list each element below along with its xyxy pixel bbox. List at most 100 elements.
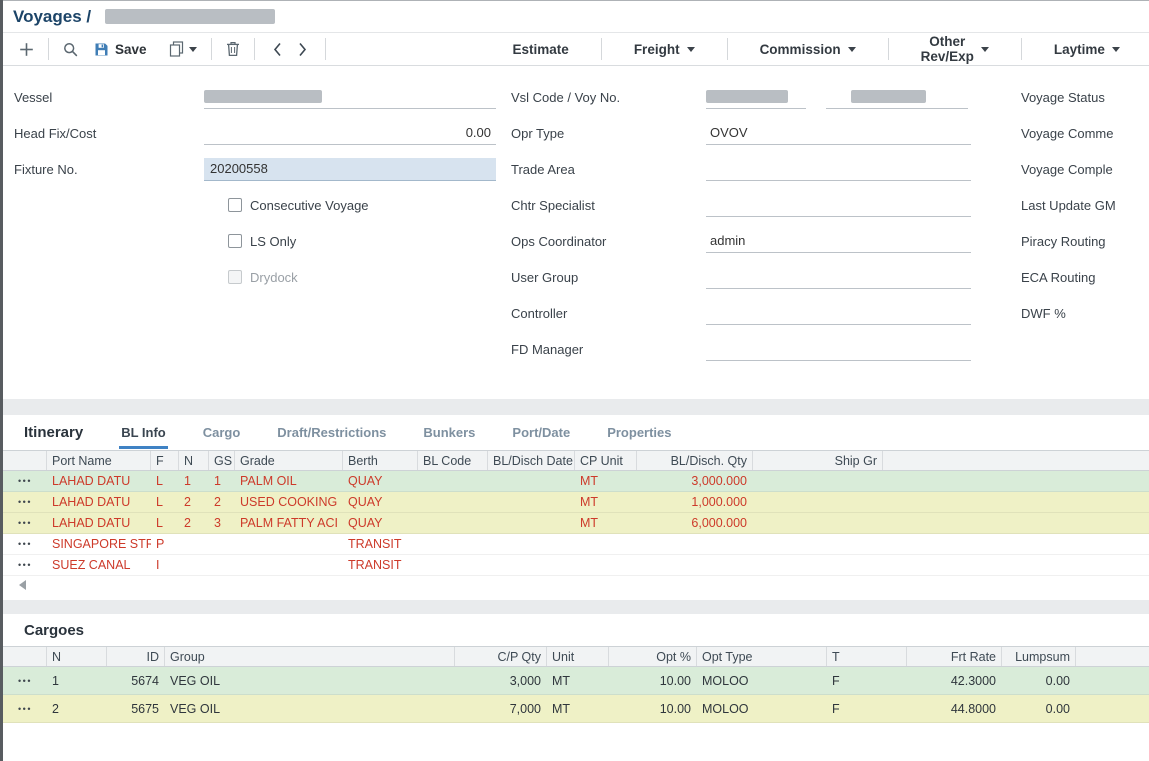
freight-menu-button[interactable]: Freight [612,33,717,65]
cell-berth[interactable]: TRANSIT [343,555,418,575]
cell-cp-unit[interactable]: MT [575,513,637,533]
cell-port-name[interactable]: LAHAD DATU [47,492,151,512]
cell-bl-disch-date[interactable] [488,513,575,533]
cell-grade[interactable]: PALM FATTY ACI [235,513,343,533]
cell-f[interactable]: L [151,513,179,533]
cell-n[interactable]: 2 [179,513,209,533]
tab-bl-info[interactable]: BL Info [119,416,168,449]
other-rev-exp-menu-button[interactable]: Other Rev/Exp [899,33,1011,65]
vsl-code-voy-no-field-1[interactable] [706,86,806,109]
row-menu-cell[interactable]: ••• [3,471,47,491]
cell-t[interactable]: F [827,695,907,722]
cell-f[interactable]: L [151,471,179,491]
cell-opt[interactable]: 10.00 [609,667,697,694]
vsl-code-voy-no-field-2[interactable] [826,86,968,109]
laytime-menu-button[interactable]: Laytime [1032,33,1142,65]
cell-bl-disch-qty[interactable]: 6,000.000 [637,513,753,533]
cell-berth[interactable]: QUAY [343,471,418,491]
cell-bl-disch-qty[interactable]: 3,000.000 [637,471,753,491]
user-group-field[interactable] [706,266,971,289]
fd-manager-field[interactable] [706,338,971,361]
next-record-button[interactable] [290,40,315,59]
cell-grade[interactable] [235,534,343,554]
head-fix-cost-field[interactable]: 0.00 [204,122,496,145]
cell-grade[interactable]: USED COOKING [235,492,343,512]
search-button[interactable] [59,40,82,59]
cell-bl-code[interactable] [418,471,488,491]
cell-port-name[interactable]: LAHAD DATU [47,513,151,533]
cell-n[interactable]: 1 [179,471,209,491]
tab-properties[interactable]: Properties [605,416,673,449]
cell-gs[interactable] [209,534,235,554]
cell-bl-disch-date[interactable] [488,555,575,575]
cell-id[interactable]: 5675 [107,695,165,722]
cell-c-p-qty[interactable]: 7,000 [455,695,547,722]
row-menu-cell[interactable]: ••• [3,513,47,533]
cell-lumpsum[interactable]: 0.00 [1002,695,1076,722]
cell-bl-code[interactable] [418,492,488,512]
cell-bl-disch-date[interactable] [488,492,575,512]
save-button[interactable]: Save [94,42,147,57]
cell-bl-disch-qty[interactable]: 1,000.000 [637,492,753,512]
controller-field[interactable] [706,302,971,325]
cell-bl-code[interactable] [418,513,488,533]
consecutive-voyage-checkbox[interactable] [228,198,242,212]
cell-grade[interactable] [235,555,343,575]
cell-bl-disch-date[interactable] [488,471,575,491]
row-menu-cell[interactable]: ••• [3,555,47,575]
fixture-no-field[interactable]: 20200558 [204,158,496,181]
cell-port-name[interactable]: LAHAD DATU [47,471,151,491]
tab-draft-restrictions[interactable]: Draft/Restrictions [275,416,388,449]
cell-opt-type[interactable]: MOLOO [697,695,827,722]
vessel-field[interactable] [204,86,496,109]
itinerary-hscrollbar[interactable] [3,576,1149,594]
cell-berth[interactable]: TRANSIT [343,534,418,554]
tab-bunkers[interactable]: Bunkers [421,416,477,449]
cell-frt-rate[interactable]: 44.8000 [907,695,1002,722]
cell-n[interactable]: 2 [179,492,209,512]
cell-frt-rate[interactable]: 42.3000 [907,667,1002,694]
cell-lumpsum[interactable]: 0.00 [1002,667,1076,694]
cell-gs[interactable]: 3 [209,513,235,533]
tab-cargo[interactable]: Cargo [201,416,243,449]
cell-bl-disch-date[interactable] [488,534,575,554]
cell-berth[interactable]: QUAY [343,492,418,512]
tab-port-date[interactable]: Port/Date [510,416,572,449]
cell-ship-gr[interactable] [753,534,883,554]
cell-bl-disch-qty[interactable] [637,534,753,554]
trade-area-field[interactable] [706,158,971,181]
cell-bl-code[interactable] [418,534,488,554]
cell-bl-code[interactable] [418,555,488,575]
ops-coordinator-field[interactable]: admin [706,230,971,253]
cell-cp-unit[interactable]: MT [575,492,637,512]
cell-bl-disch-qty[interactable] [637,555,753,575]
cell-n[interactable]: 2 [47,695,107,722]
cell-n[interactable] [179,534,209,554]
cell-port-name[interactable]: SUEZ CANAL [47,555,151,575]
chtr-specialist-field[interactable] [706,194,971,217]
cell-gs[interactable]: 1 [209,471,235,491]
cell-f[interactable]: P [151,534,179,554]
cell-group[interactable]: VEG OIL [165,695,455,722]
cell-unit[interactable]: MT [547,667,609,694]
row-menu-cell[interactable]: ••• [3,534,47,554]
estimate-button[interactable]: Estimate [491,33,591,65]
previous-record-button[interactable] [265,40,290,59]
cell-cp-unit[interactable]: MT [575,471,637,491]
cell-berth[interactable]: QUAY [343,513,418,533]
ls-only-checkbox[interactable] [228,234,242,248]
delete-button[interactable] [222,39,244,59]
opr-type-field[interactable]: OVOV [706,122,971,145]
scroll-left-arrow-icon[interactable] [19,580,26,590]
cell-f[interactable]: I [151,555,179,575]
cell-ship-gr[interactable] [753,492,883,512]
row-menu-cell[interactable]: ••• [3,492,47,512]
cell-f[interactable]: L [151,492,179,512]
cell-opt[interactable]: 10.00 [609,695,697,722]
cell-unit[interactable]: MT [547,695,609,722]
cell-n[interactable]: 1 [47,667,107,694]
cell-gs[interactable]: 2 [209,492,235,512]
cell-port-name[interactable]: SINGAPORE STRA [47,534,151,554]
cell-gs[interactable] [209,555,235,575]
cell-t[interactable]: F [827,667,907,694]
